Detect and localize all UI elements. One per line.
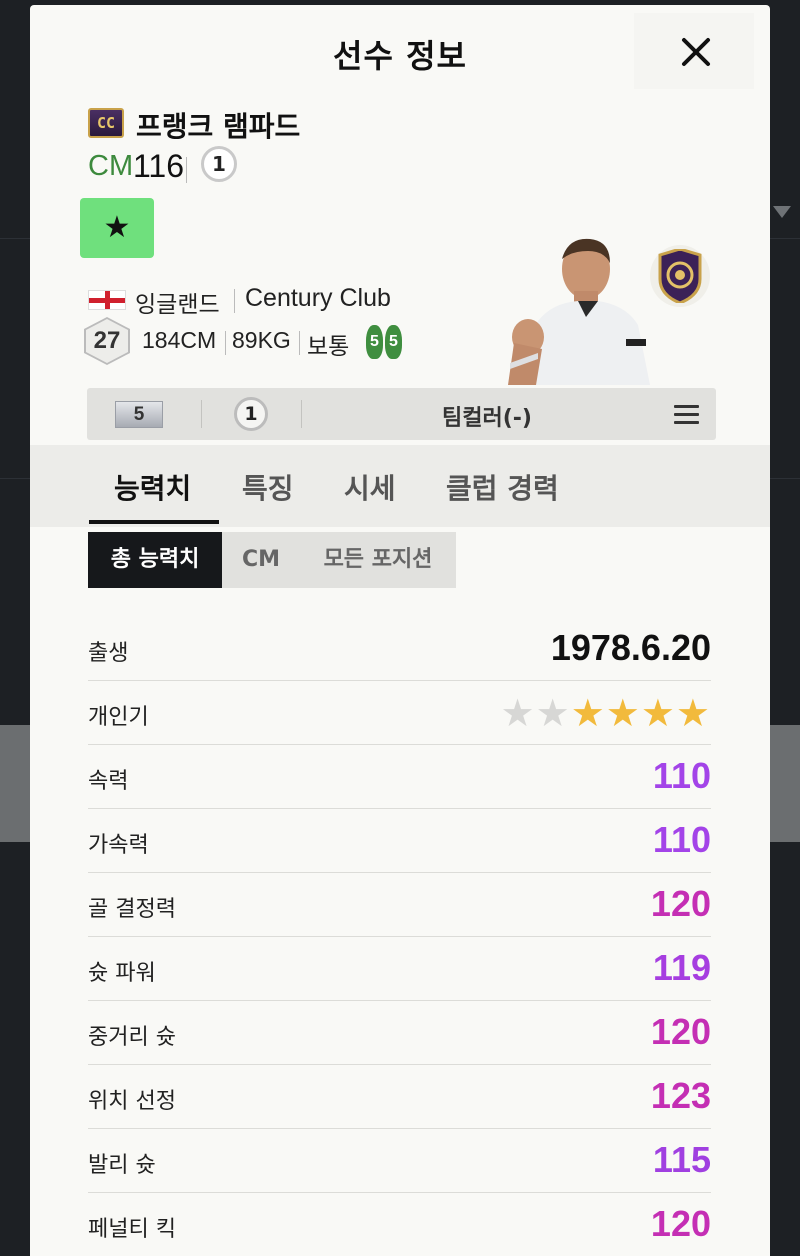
season-badge: CC [88, 108, 124, 138]
team-color-label: 팀컬러(-) [442, 406, 532, 431]
stat-label: 슛 파워 [88, 961, 156, 986]
foot-rating: 5 5 [366, 325, 402, 359]
enhancement-level-badge: 5 [115, 401, 163, 428]
nation-label: 잉글랜드 [135, 292, 220, 318]
stat-row: 가속력 110 [88, 809, 711, 873]
divider [186, 157, 187, 183]
left-foot-icon: 5 [366, 325, 383, 359]
active-tab-indicator [89, 520, 219, 524]
stat-label: 가속력 [88, 833, 149, 858]
subtab-all-positions[interactable]: 모든 포지션 [300, 532, 456, 588]
stat-row-birth: 출생 1978.6.20 [88, 617, 711, 681]
stat-value: 120 [650, 1203, 711, 1244]
background-dropdown-arrow-icon [773, 206, 791, 218]
grade-badge: 1 [234, 397, 268, 431]
stat-label: 출생 [88, 641, 129, 666]
stat-row: 페널티 킥 120 [88, 1193, 711, 1256]
tab-bar: 능력치 특징 시세 클럽 경력 [30, 445, 770, 527]
tab-price[interactable]: 시세 [344, 467, 396, 507]
divider [201, 400, 202, 428]
divider [225, 331, 226, 355]
stat-row: 슛 파워 119 [88, 937, 711, 1001]
stat-value: 115 [652, 1139, 711, 1180]
stat-label: 중거리 슛 [88, 1025, 176, 1050]
body-type-label: 보통 [307, 333, 350, 359]
subtab-bar: 총 능력치 CM 모든 포지션 [88, 532, 456, 588]
star-icon: ★ [535, 691, 571, 735]
stat-row-popularity: 개인기 ★★★★★★ [88, 681, 711, 745]
info-bar: 5 1 팀컬러(-) [87, 388, 716, 440]
favorite-star-button[interactable]: ★ [80, 198, 154, 258]
height-label: 184CM [142, 327, 217, 353]
tab-traits[interactable]: 특징 [242, 467, 294, 507]
stat-value: 123 [650, 1075, 711, 1116]
stat-row: 골 결정력 120 [88, 873, 711, 937]
right-foot-icon: 5 [385, 325, 402, 359]
star-icon: ★ [500, 691, 536, 735]
close-icon[interactable] [634, 13, 754, 89]
stat-label: 발리 슛 [88, 1153, 156, 1178]
star-icon: ★ [640, 691, 676, 735]
player-info-modal: 선수 정보 CC 프랭크 램파드 CM 116 1 ★ 잉글랜드 Century… [30, 5, 770, 1256]
position-label: CM [88, 150, 134, 182]
skill-stars-rating: ★★★★★★ [501, 693, 711, 733]
player-name: 프랭크 램파드 [136, 110, 301, 143]
stat-row: 속력 110 [88, 745, 711, 809]
club-crest-icon [650, 245, 710, 307]
club-label: Century Club [245, 284, 391, 312]
tab-club-career[interactable]: 클럽 경력 [446, 467, 559, 507]
star-icon: ★ [605, 691, 641, 735]
stat-label: 위치 선정 [88, 1089, 176, 1114]
stat-label: 페널티 킥 [88, 1217, 176, 1242]
stat-value: 1978.6.20 [550, 627, 711, 668]
subtab-total-stats[interactable]: 총 능력치 [88, 532, 222, 588]
weight-label: 89KG [232, 327, 291, 353]
divider [234, 289, 235, 313]
overall-rating: 116 [133, 148, 185, 184]
stat-label: 골 결정력 [88, 897, 176, 922]
player-photo [508, 233, 654, 385]
star-icon: ★ [570, 691, 606, 735]
stat-label: 개인기 [88, 705, 149, 730]
subtab-cm[interactable]: CM [222, 532, 300, 588]
stat-value: 110 [652, 755, 711, 796]
tab-stats[interactable]: 능력치 [114, 467, 191, 507]
star-icon: ★ [675, 691, 711, 735]
stat-value: 120 [650, 883, 711, 924]
stat-row: 중거리 슛 120 [88, 1001, 711, 1065]
hamburger-menu-icon[interactable] [674, 405, 699, 425]
stat-row: 발리 슛 115 [88, 1129, 711, 1193]
divider [301, 400, 302, 428]
divider [299, 331, 300, 355]
stat-row: 위치 선정 123 [88, 1065, 711, 1129]
stat-value: 110 [652, 819, 711, 860]
stat-label: 속력 [88, 769, 129, 794]
grade-badge: 1 [201, 146, 237, 182]
stat-value: 119 [652, 947, 711, 988]
england-flag-icon [88, 290, 126, 310]
stat-value: 120 [650, 1011, 711, 1052]
